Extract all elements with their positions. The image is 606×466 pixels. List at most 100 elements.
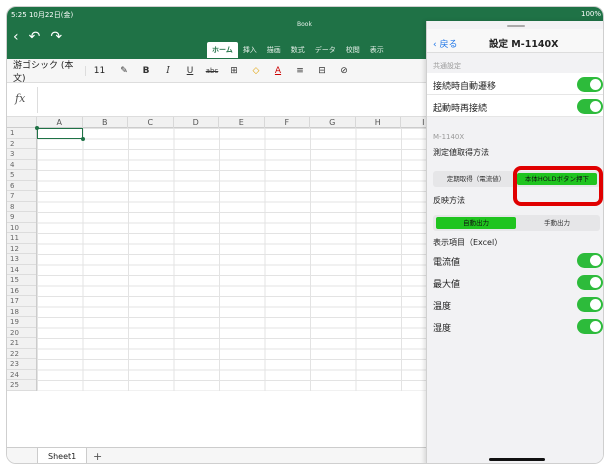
row-number[interactable]: 21 [7,338,36,349]
auto-output-option[interactable]: 自動出力 [436,217,516,229]
borders-icon[interactable]: ⊞ [223,66,245,76]
drag-handle[interactable] [507,25,525,27]
tab-insert[interactable]: 挿入 [238,42,262,58]
clear-format-icon[interactable]: ⊘ [333,66,355,76]
auto-reconnect-toggle[interactable] [577,99,603,114]
row-number[interactable]: 12 [7,244,36,254]
row-number[interactable]: 24 [7,370,36,380]
row-number[interactable]: 8 [7,202,36,212]
row-number[interactable]: 18 [7,307,36,317]
row-number[interactable]: 10 [7,223,36,233]
function-icon[interactable]: fx [15,92,25,105]
font-color-icon[interactable]: A [267,66,289,76]
column-e[interactable]: E [219,117,265,128]
row-number[interactable]: 14 [7,265,36,275]
column-a[interactable]: A [37,117,83,128]
panel-title: 設定 M-1140X [489,39,559,50]
document-title[interactable]: Book [297,21,312,28]
row-number[interactable]: 9 [7,212,36,223]
settings-panel: ‹ 戻る 設定 M-1140X 共通設定 接続時自動遷移 起動時再接続 M-11… [426,21,603,463]
align-icon[interactable]: ≡ [289,66,311,76]
row-number[interactable]: 19 [7,317,36,328]
item-label: 湿度 [433,324,452,334]
row-number[interactable]: 7 [7,191,36,202]
row-number[interactable]: 3 [7,149,36,160]
display-item-humidity: 湿度 [427,315,603,337]
select-all-corner[interactable] [7,117,37,128]
tab-data[interactable]: データ [310,42,341,58]
setting-row-auto-transition: 接続時自動遷移 [427,73,603,95]
row-number[interactable]: 11 [7,233,36,244]
undo-icon[interactable]: ↶ [29,29,41,45]
row-number[interactable]: 2 [7,139,36,149]
selected-cell-a1[interactable] [37,128,83,139]
column-c[interactable]: C [128,117,174,128]
setting-label: 接続時自動遷移 [433,82,497,92]
row-number[interactable]: 15 [7,275,36,286]
selection-handle[interactable] [81,137,85,141]
row-number[interactable]: 17 [7,296,36,307]
underline-button[interactable]: U [179,66,201,76]
humidity-toggle[interactable] [577,319,603,334]
back-icon[interactable]: ‹ [13,29,19,45]
add-sheet-button[interactable]: + [93,448,102,463]
panel-nav-bar: ‹ 戻る 設定 M-1140X [427,29,603,53]
temperature-toggle[interactable] [577,297,603,312]
row-header: 1 2 3 4 5 6 7 8 9 10 11 12 13 14 15 16 1… [7,128,37,391]
row-number[interactable]: 20 [7,328,36,338]
tab-review[interactable]: 校閲 [341,42,365,58]
tab-home[interactable]: ホーム [207,42,238,58]
format-painter-icon[interactable]: ✎ [113,66,135,76]
font-size-select[interactable]: 11 [85,65,113,76]
section-header: M-1140X [433,133,465,141]
measure-method-label: 測定値取得方法 [433,148,489,157]
wrap-icon[interactable]: ⊟ [311,66,333,76]
item-label: 温度 [433,302,452,312]
max-toggle[interactable] [577,275,603,290]
redo-icon[interactable]: ↷ [50,29,62,45]
formula-divider [37,87,38,113]
bold-button[interactable]: B [135,66,157,76]
selection-handle[interactable] [35,126,39,130]
italic-button[interactable]: I [157,66,179,76]
setting-label: 起動時再接続 [433,104,488,114]
tab-formulas[interactable]: 数式 [286,42,310,58]
manual-output-option[interactable]: 手動出力 [517,217,597,229]
back-button[interactable]: ‹ 戻る [433,37,457,50]
row-number[interactable]: 23 [7,359,36,370]
setting-row-auto-reconnect: 起動時再接続 [427,95,603,117]
row-number[interactable]: 4 [7,160,36,170]
reflect-method-label: 反映方法 [433,196,465,205]
periodic-option[interactable]: 定期取得（電流値） [436,173,516,185]
row-number[interactable]: 16 [7,286,36,296]
column-d[interactable]: D [174,117,219,128]
tab-view[interactable]: 表示 [365,42,389,58]
highlight-box [513,166,603,206]
reflect-method-segmented: 自動出力 手動出力 [433,215,600,231]
row-number[interactable]: 1 [7,128,36,139]
item-label: 電流値 [433,258,461,268]
column-f[interactable]: F [265,117,310,128]
status-bar: 5:25 10月22日(金) 100% [7,7,603,21]
font-name-select[interactable]: 游ゴシック (本文) [7,58,85,84]
fill-color-icon[interactable]: ◇ [245,66,267,76]
display-items-label: 表示項目（Excel） [433,238,503,247]
home-indicator [489,458,545,461]
row-number[interactable]: 25 [7,380,36,391]
strikethrough-button[interactable]: abc [201,67,223,75]
sheet-tab[interactable]: Sheet1 [37,448,88,463]
row-number[interactable]: 5 [7,170,36,181]
tab-draw[interactable]: 描画 [262,42,286,58]
current-toggle[interactable] [577,253,603,268]
display-item-current: 電流値 [427,249,603,271]
row-number[interactable]: 13 [7,254,36,265]
column-b[interactable]: B [83,117,128,128]
row-number[interactable]: 6 [7,181,36,191]
section-header: 共通設定 [433,62,461,70]
display-item-max: 最大値 [427,271,603,293]
column-g[interactable]: G [310,117,356,128]
auto-transition-toggle[interactable] [577,77,603,92]
row-number[interactable]: 22 [7,349,36,359]
status-time: 5:25 10月22日(金) [11,11,74,19]
column-h[interactable]: H [356,117,401,128]
